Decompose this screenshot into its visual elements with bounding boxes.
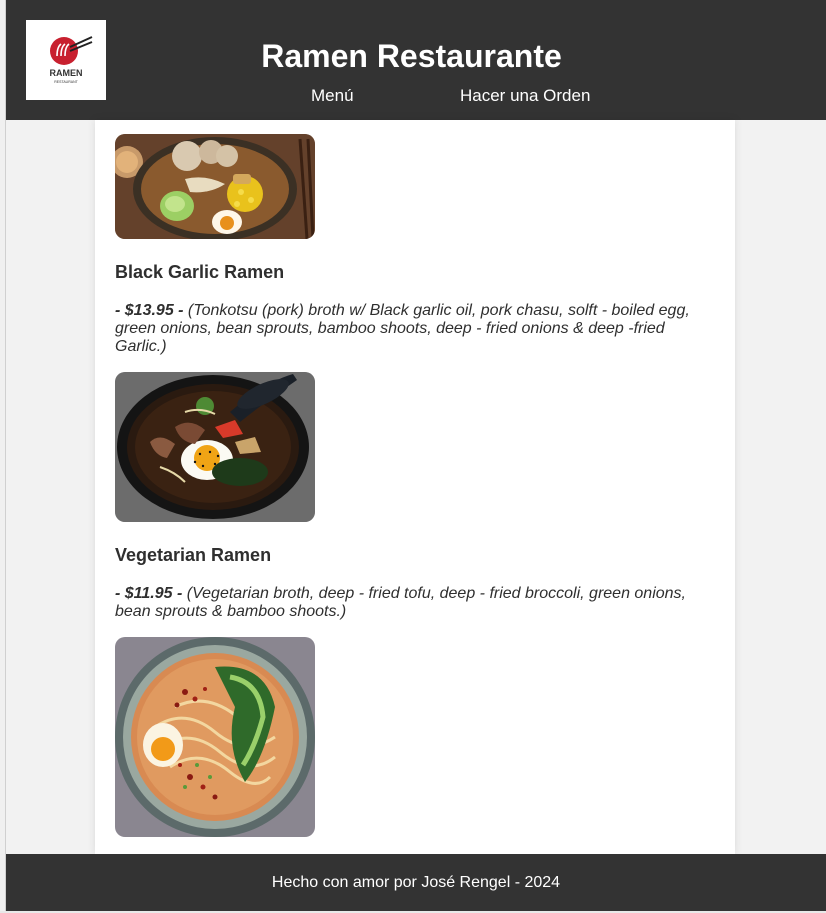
nav-link-menu[interactable]: Menú xyxy=(311,86,354,106)
dish-description-black-garlic: - $13.95 - (Tonkotsu (pork) broth w/ Bla… xyxy=(115,302,705,356)
black-garlic-ramen-image xyxy=(115,372,315,522)
window-left-edge xyxy=(0,0,6,913)
page-title-text: Ramen Restaurante xyxy=(261,38,562,74)
site-footer: Hecho con amor por José Rengel - 2024 xyxy=(6,854,826,911)
dish-title-vegetarian: Vegetarian Ramen xyxy=(115,545,272,565)
ramen-bowl-image xyxy=(115,134,315,239)
menu-content: Black Garlic Ramen - $13.95 - (Tonkotsu … xyxy=(95,120,735,854)
site-header: RAMEN RESTAURANT Ramen Restaurante Menú … xyxy=(6,0,826,120)
nav-link-order[interactable]: Hacer una Orden xyxy=(460,86,590,106)
vegetarian-ramen-image xyxy=(115,637,315,837)
dish-desc-text-black-garlic: (Tonkotsu (pork) broth w/ Black garlic o… xyxy=(115,302,690,355)
dish-price-black-garlic: - $13.95 - xyxy=(115,302,184,319)
dish-desc-text-vegetarian: (Vegetarian broth, deep - fried tofu, de… xyxy=(115,585,686,620)
footer-text: Hecho con amor por José Rengel - 2024 xyxy=(271,874,561,891)
logo-subtext: RESTAURANT xyxy=(54,80,78,84)
dish-description-vegetarian: - $11.95 - (Vegetarian broth, deep - fri… xyxy=(115,585,705,621)
dish-price-vegetarian: - $11.95 - xyxy=(115,585,183,602)
page-title: Ramen Restaurante xyxy=(6,38,826,75)
dish-title-black-garlic: Black Garlic Ramen xyxy=(115,262,285,282)
